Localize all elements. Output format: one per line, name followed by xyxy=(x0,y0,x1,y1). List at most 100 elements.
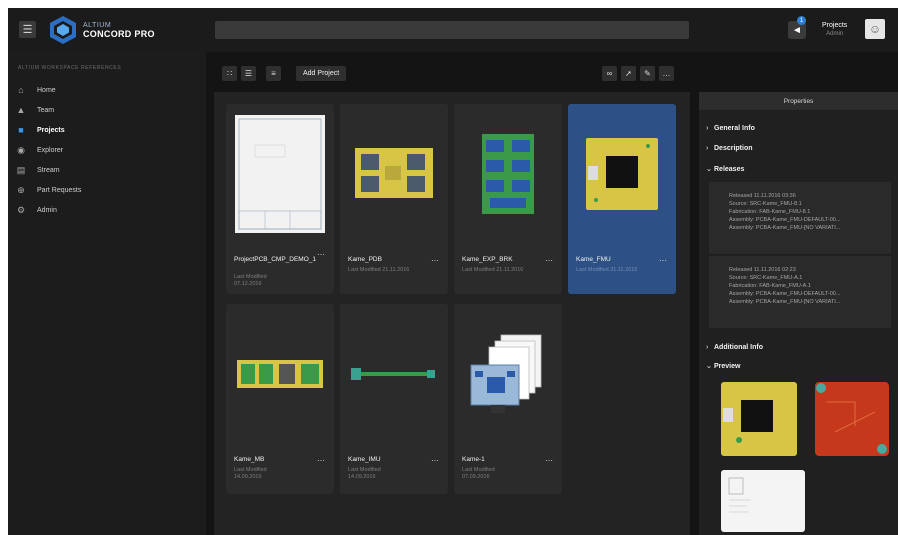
sidebar-item-label: Admin xyxy=(37,206,57,214)
project-date: 14.09.2016 xyxy=(348,474,376,480)
project-date: 07.12.2016 xyxy=(234,281,262,287)
explorer-icon: ◉ xyxy=(17,144,25,155)
team-icon: ▲ xyxy=(16,105,26,115)
admin-icon: ⚙ xyxy=(16,204,26,215)
project-card-selected[interactable]: Kame_FMU ⋯ Last Modified 21.11.2016 xyxy=(568,104,676,294)
project-card[interactable]: Kame_PDB ⋯ Last Modified 21.11.2016 xyxy=(340,104,448,294)
more-options-icon[interactable]: … xyxy=(659,66,674,81)
release-source: Source: SRC-Kame_FMU-A.1 xyxy=(729,275,803,281)
sidebar-item-label: Projects xyxy=(37,126,65,134)
release-source: Source: SRC-Kame_FMU-8.1 xyxy=(729,201,802,207)
logo-line-2: CONCORD PRO xyxy=(83,29,155,39)
grid-view-icon[interactable]: ∷ xyxy=(222,66,237,81)
section-label: General Info xyxy=(714,125,755,132)
stream-icon: ▤ xyxy=(16,164,26,175)
notification-badge: 1 xyxy=(797,16,806,25)
sidebar-item-part-requests[interactable]: ⊕ Part Requests xyxy=(8,180,206,200)
pcb-thumbnail-icon xyxy=(355,148,433,198)
project-more-icon[interactable]: ⋯ xyxy=(545,256,554,265)
release-item[interactable]: Released 11.11.2016 03:36 Source: SRC-Ka… xyxy=(709,182,891,254)
section-additional-info[interactable]: › Additional Info xyxy=(706,344,763,351)
release-assembly: Assembly: PCBA-Kame_FMU-DEFAULT-00... xyxy=(729,217,841,223)
detail-view-icon[interactable]: ≡ xyxy=(266,66,281,81)
user-role: Admin xyxy=(826,31,844,37)
menu-icon[interactable]: ☰ xyxy=(19,21,36,38)
project-card[interactable]: Kame-1 ⋯ Last Modified 07.09.2016 xyxy=(454,304,562,494)
user-info[interactable]: Projects Admin xyxy=(822,21,847,39)
project-thumbnail xyxy=(460,312,556,436)
pcb-thumbnail-icon xyxy=(237,360,323,388)
release-date: Released 11.11.2016 03:36 xyxy=(729,193,796,199)
project-card[interactable]: ProjectPCB_CMP_DEMO_1 ⋯ Last Modified 07… xyxy=(226,104,334,294)
release-assembly: Assembly: PCBA-Kame_FMU-[NO VARIATI... xyxy=(729,225,841,231)
project-name: Kame_FMU xyxy=(576,256,611,263)
sidebar-item-label: Part Requests xyxy=(37,186,82,194)
release-assembly: Assembly: PCBA-Kame_FMU-DEFAULT-00... xyxy=(729,291,841,297)
release-date: Released 11.11.2016 02:23 xyxy=(729,267,796,273)
release-item[interactable]: Released 11.11.2016 02:23 Source: SRC-Ka… xyxy=(709,256,891,328)
project-more-icon[interactable]: ⋯ xyxy=(659,256,668,265)
chevron-right-icon: › xyxy=(706,344,709,351)
folder-icon: ■ xyxy=(18,125,24,135)
project-thumbnail xyxy=(460,112,556,236)
sidebar-item-admin[interactable]: ⚙ Admin xyxy=(8,200,206,220)
project-name: Kame-1 xyxy=(462,456,485,463)
project-name: Kame_PDB xyxy=(348,256,382,263)
edit-icon[interactable]: ✎ xyxy=(640,66,655,81)
sidebar-item-label: Stream xyxy=(37,166,60,174)
section-releases[interactable]: ⌄ Releases xyxy=(706,165,744,173)
section-general-info[interactable]: › General Info xyxy=(706,125,755,132)
project-meta: Last Modified 21.11.2016 xyxy=(576,267,638,273)
sidebar-item-home[interactable]: ⌂ Home xyxy=(8,80,206,100)
project-card[interactable]: Kame_MB ⋯ Last Modified 14.09.2016 xyxy=(226,304,334,494)
sidebar-item-explorer[interactable]: ◉ Explorer xyxy=(8,140,206,160)
altium-logo-icon xyxy=(50,16,76,44)
preview-image-bottom[interactable] xyxy=(815,382,889,456)
project-thumbnail xyxy=(574,112,670,236)
sidebar: ALTIUM WORKSPACE REFERENCES ⌂ Home ▲ Tea… xyxy=(8,52,206,535)
preview-image-schematic[interactable] xyxy=(721,470,805,532)
section-description[interactable]: › Description xyxy=(706,145,753,152)
project-more-icon[interactable]: ⋯ xyxy=(317,456,326,465)
project-more-icon[interactable]: ⋯ xyxy=(317,250,326,259)
section-label: Releases xyxy=(714,166,745,173)
section-preview[interactable]: ⌄ Preview xyxy=(706,362,740,370)
link-icon[interactable]: ∞ xyxy=(602,66,617,81)
project-name: Kame_MB xyxy=(234,456,265,463)
avatar[interactable]: ☺ xyxy=(865,19,885,39)
top-bar: ☰ ALTIUM CONCORD PRO ◄ 1 Projects Admin … xyxy=(8,8,898,52)
sidebar-item-team[interactable]: ▲ Team xyxy=(8,100,206,120)
schematic-thumbnail-icon xyxy=(235,115,325,233)
pcb-preview-icon xyxy=(721,382,797,456)
pcb-thumbnail-icon xyxy=(351,368,435,380)
project-name: Kame_IMU xyxy=(348,456,381,463)
project-date: 07.09.2016 xyxy=(462,474,490,480)
project-meta: Last Modified xyxy=(462,467,495,473)
sidebar-item-label: Home xyxy=(37,86,56,94)
part-requests-icon: ⊕ xyxy=(17,184,25,195)
project-name: Kame_EXP_BRK xyxy=(462,256,513,263)
project-more-icon[interactable]: ⋯ xyxy=(431,256,440,265)
project-more-icon[interactable]: ⋯ xyxy=(545,456,554,465)
search-input[interactable] xyxy=(215,21,689,39)
project-name: ProjectPCB_CMP_DEMO_1 xyxy=(234,256,316,263)
add-project-button[interactable]: Add Project xyxy=(296,66,347,81)
sidebar-item-stream[interactable]: ▤ Stream xyxy=(8,160,206,180)
project-thumbnail xyxy=(232,312,328,436)
pcb-thumbnail-icon xyxy=(586,138,658,210)
project-card[interactable]: Kame_EXP_BRK ⋯ Last Modified 21.11.2016 xyxy=(454,104,562,294)
preview-image-top[interactable] xyxy=(721,382,797,456)
project-more-icon[interactable]: ⋯ xyxy=(431,456,440,465)
project-meta: Last Modified 21.11.2016 xyxy=(348,267,410,273)
project-meta: Last Modified xyxy=(234,274,267,280)
sidebar-item-projects[interactable]: ■ Projects xyxy=(8,120,206,140)
sidebar-item-label: Explorer xyxy=(37,146,64,154)
list-view-icon[interactable]: ☰ xyxy=(241,66,256,81)
user-name: Projects xyxy=(822,22,848,29)
sidebar-item-label: Team xyxy=(37,106,55,114)
release-fabrication: Fabrication: FAB-Kame_FMU-8.1 xyxy=(729,209,811,215)
section-label: Additional Info xyxy=(714,344,763,351)
share-icon[interactable]: ➚ xyxy=(621,66,636,81)
project-card[interactable]: Kame_IMU ⋯ Last Modified 14.09.2016 xyxy=(340,304,448,494)
project-meta: Last Modified xyxy=(348,467,381,473)
